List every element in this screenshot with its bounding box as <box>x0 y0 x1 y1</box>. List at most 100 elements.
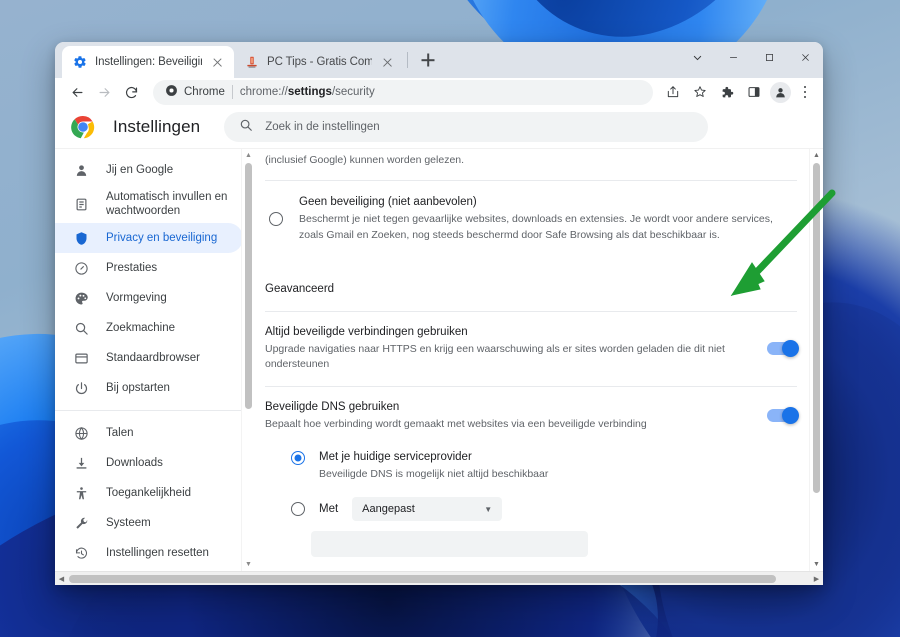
close-window-button[interactable] <box>787 42 823 72</box>
omnibox-url: chrome://settings/security <box>239 86 375 99</box>
person-icon <box>73 162 90 179</box>
browser-window-icon <box>73 350 90 367</box>
new-tab-button[interactable] <box>415 47 441 73</box>
sidebar-item-bij-opstarten[interactable]: Bij opstarten <box>55 373 243 403</box>
forward-arrow-icon[interactable] <box>92 80 117 105</box>
sidebar-item-label: Zoekmachine <box>106 322 176 335</box>
chrome-chip: Chrome <box>165 84 225 100</box>
sidebar-item-zoekmachine[interactable]: Zoekmachine <box>55 313 243 343</box>
dns-option-custom[interactable]: Met Aangepast ▼ <box>255 497 823 522</box>
scroll-up-arrow[interactable]: ▲ <box>242 149 255 162</box>
sidebar-item-toegankelijkheid[interactable]: Toegankelijkheid <box>55 478 243 508</box>
tab-pc-tips[interactable]: PC Tips - Gratis Computer Tips, <box>234 46 404 78</box>
star-icon[interactable] <box>687 80 712 105</box>
omnibox-divider <box>231 85 233 100</box>
dns-custom-prefix-label: Met <box>319 502 339 515</box>
accessibility-icon <box>73 485 90 502</box>
radio-geen-beveiliging[interactable] <box>269 212 283 227</box>
tab-strip: Instellingen: Beveiliging PC Tips - Grat… <box>55 42 823 78</box>
row-description: Bepaalt hoe verbinding wordt gemaakt met… <box>265 417 647 430</box>
content-scrollbar[interactable]: ▲ ▼ <box>809 149 823 571</box>
row-text: Beveiligde DNS gebruiken Bepaalt hoe ver… <box>265 400 767 432</box>
minimize-button[interactable] <box>715 42 751 72</box>
sidebar-item-standaardbrowser[interactable]: Standaardbrowser <box>55 343 243 373</box>
radio-huidige-serviceprovider[interactable] <box>291 450 305 465</box>
profile-avatar-button[interactable] <box>768 80 793 105</box>
sidebar-item-label: Standaardbrowser <box>106 352 200 365</box>
person-avatar-icon <box>770 81 791 103</box>
toggle-knob <box>782 339 799 357</box>
dns-custom-input[interactable] <box>311 531 588 558</box>
option-title: Geen beveiliging (niet aanbevolen) <box>299 196 477 209</box>
chrome-browser-window: Instellingen: Beveiliging PC Tips - Grat… <box>55 42 823 585</box>
dns-option-description: Beveiligde DNS is mogelijk niet altijd b… <box>319 468 549 481</box>
browser-toolbar: Chrome chrome://settings/security <box>55 78 823 107</box>
sidebar-item-label: Prestaties <box>106 262 158 275</box>
chrome-logo-icon <box>71 115 95 139</box>
three-dot-menu-icon[interactable] <box>795 80 815 105</box>
row-beveiligde-dns[interactable]: Beveiligde DNS gebruiken Bepaalt hoe ver… <box>255 387 823 441</box>
close-icon[interactable] <box>210 55 225 70</box>
sidebar-item-label: Vormgeving <box>106 292 167 305</box>
tab-instellingen-beveiliging[interactable]: Instellingen: Beveiliging <box>62 46 234 78</box>
hscrollbar-thumb[interactable] <box>69 575 776 583</box>
dns-option-text: Met je huidige serviceprovider Beveiligd… <box>319 450 548 482</box>
sidebar-item-jij-en-google[interactable]: Jij en Google <box>55 155 243 185</box>
scroll-left-arrow[interactable]: ◀ <box>55 572 68 586</box>
share-icon[interactable] <box>660 80 685 105</box>
sidebar-item-label: Automatisch invullen en wachtwoorden <box>106 191 228 218</box>
settings-content: (inclusief Google) kunnen worden gelezen… <box>255 149 823 571</box>
sidebar-item-prestaties[interactable]: Prestaties <box>55 253 243 283</box>
sidebar-scrollbar[interactable]: ▲ ▼ <box>241 149 255 571</box>
sidebar-divider <box>55 410 255 412</box>
sidebar-item-systeem[interactable]: Systeem <box>55 508 243 538</box>
dns-provider-select-value: Aangepast <box>362 503 415 516</box>
toggle-altijd-beveiligde-verbindingen[interactable] <box>767 339 799 357</box>
sidebar-item-label: Talen <box>106 427 134 440</box>
address-bar[interactable]: Chrome chrome://settings/security <box>153 79 653 105</box>
search-placeholder: Zoek in de instellingen <box>265 121 380 134</box>
maximize-button[interactable] <box>751 42 787 72</box>
sidebar-item-instellingen-resetten[interactable]: Instellingen resetten <box>55 538 243 568</box>
back-arrow-icon[interactable] <box>65 80 90 105</box>
settings-gear-icon <box>73 55 87 69</box>
scroll-up-arrow[interactable]: ▲ <box>810 149 823 162</box>
wrench-icon <box>73 515 90 532</box>
settings-header: Instellingen Zoek in de instellingen <box>55 106 823 149</box>
page-title: Instellingen <box>113 117 201 137</box>
scroll-down-arrow[interactable]: ▼ <box>810 558 823 571</box>
scroll-down-arrow[interactable]: ▼ <box>242 558 255 571</box>
row-text: Altijd beveiligde verbindingen gebruiken… <box>265 325 767 373</box>
horizontal-scrollbar[interactable]: ◀ ▶ <box>55 571 823 585</box>
dns-option-current-provider[interactable]: Met je huidige serviceprovider Beveiligd… <box>255 450 823 482</box>
sidebar-item-talen[interactable]: Talen <box>55 418 243 448</box>
sidebar-item-label: Bij opstarten <box>106 382 170 395</box>
option-text: Geen beveiliging (niet aanbevolen) Besch… <box>299 195 797 243</box>
toggle-beveiligde-dns[interactable] <box>767 406 799 424</box>
sidebar-item-privacy-en-beveiliging[interactable]: Privacy en beveiliging <box>55 223 243 254</box>
sidebar-item-vormgeving[interactable]: Vormgeving <box>55 283 243 313</box>
row-altijd-beveiligde-verbindingen[interactable]: Altijd beveiligde verbindingen gebruiken… <box>255 312 823 386</box>
scrollbar-thumb[interactable] <box>813 163 820 494</box>
scrollbar-thumb[interactable] <box>245 163 252 410</box>
radio-aangepast[interactable] <box>291 502 305 517</box>
sidebar-item-downloads[interactable]: Downloads <box>55 448 243 478</box>
settings-search-box[interactable]: Zoek in de instellingen <box>224 112 709 143</box>
close-icon[interactable] <box>380 55 395 70</box>
toggle-knob <box>782 406 799 424</box>
content-inner: (inclusief Google) kunnen worden gelezen… <box>255 149 823 571</box>
dns-option-title: Met je huidige serviceprovider <box>319 450 472 463</box>
row-title: Beveiligde DNS gebruiken <box>265 400 400 413</box>
puzzle-icon[interactable] <box>714 80 739 105</box>
scroll-right-arrow[interactable]: ▶ <box>810 572 823 585</box>
sidebar-item-automatisch-invullen[interactable]: Automatisch invullen en wachtwoorden <box>55 185 243 223</box>
chrome-circle-icon <box>165 84 178 100</box>
reload-icon[interactable] <box>119 80 144 105</box>
tab-search-button[interactable] <box>679 42 715 72</box>
side-panel-icon[interactable] <box>741 80 766 105</box>
globe-icon <box>73 425 90 442</box>
dns-provider-select[interactable]: Aangepast ▼ <box>352 497 503 522</box>
sidebar-item-label: Privacy en beveiliging <box>106 232 218 245</box>
download-icon <box>73 455 90 472</box>
option-geen-beveiliging[interactable]: Geen beveiliging (niet aanbevolen) Besch… <box>255 181 823 257</box>
